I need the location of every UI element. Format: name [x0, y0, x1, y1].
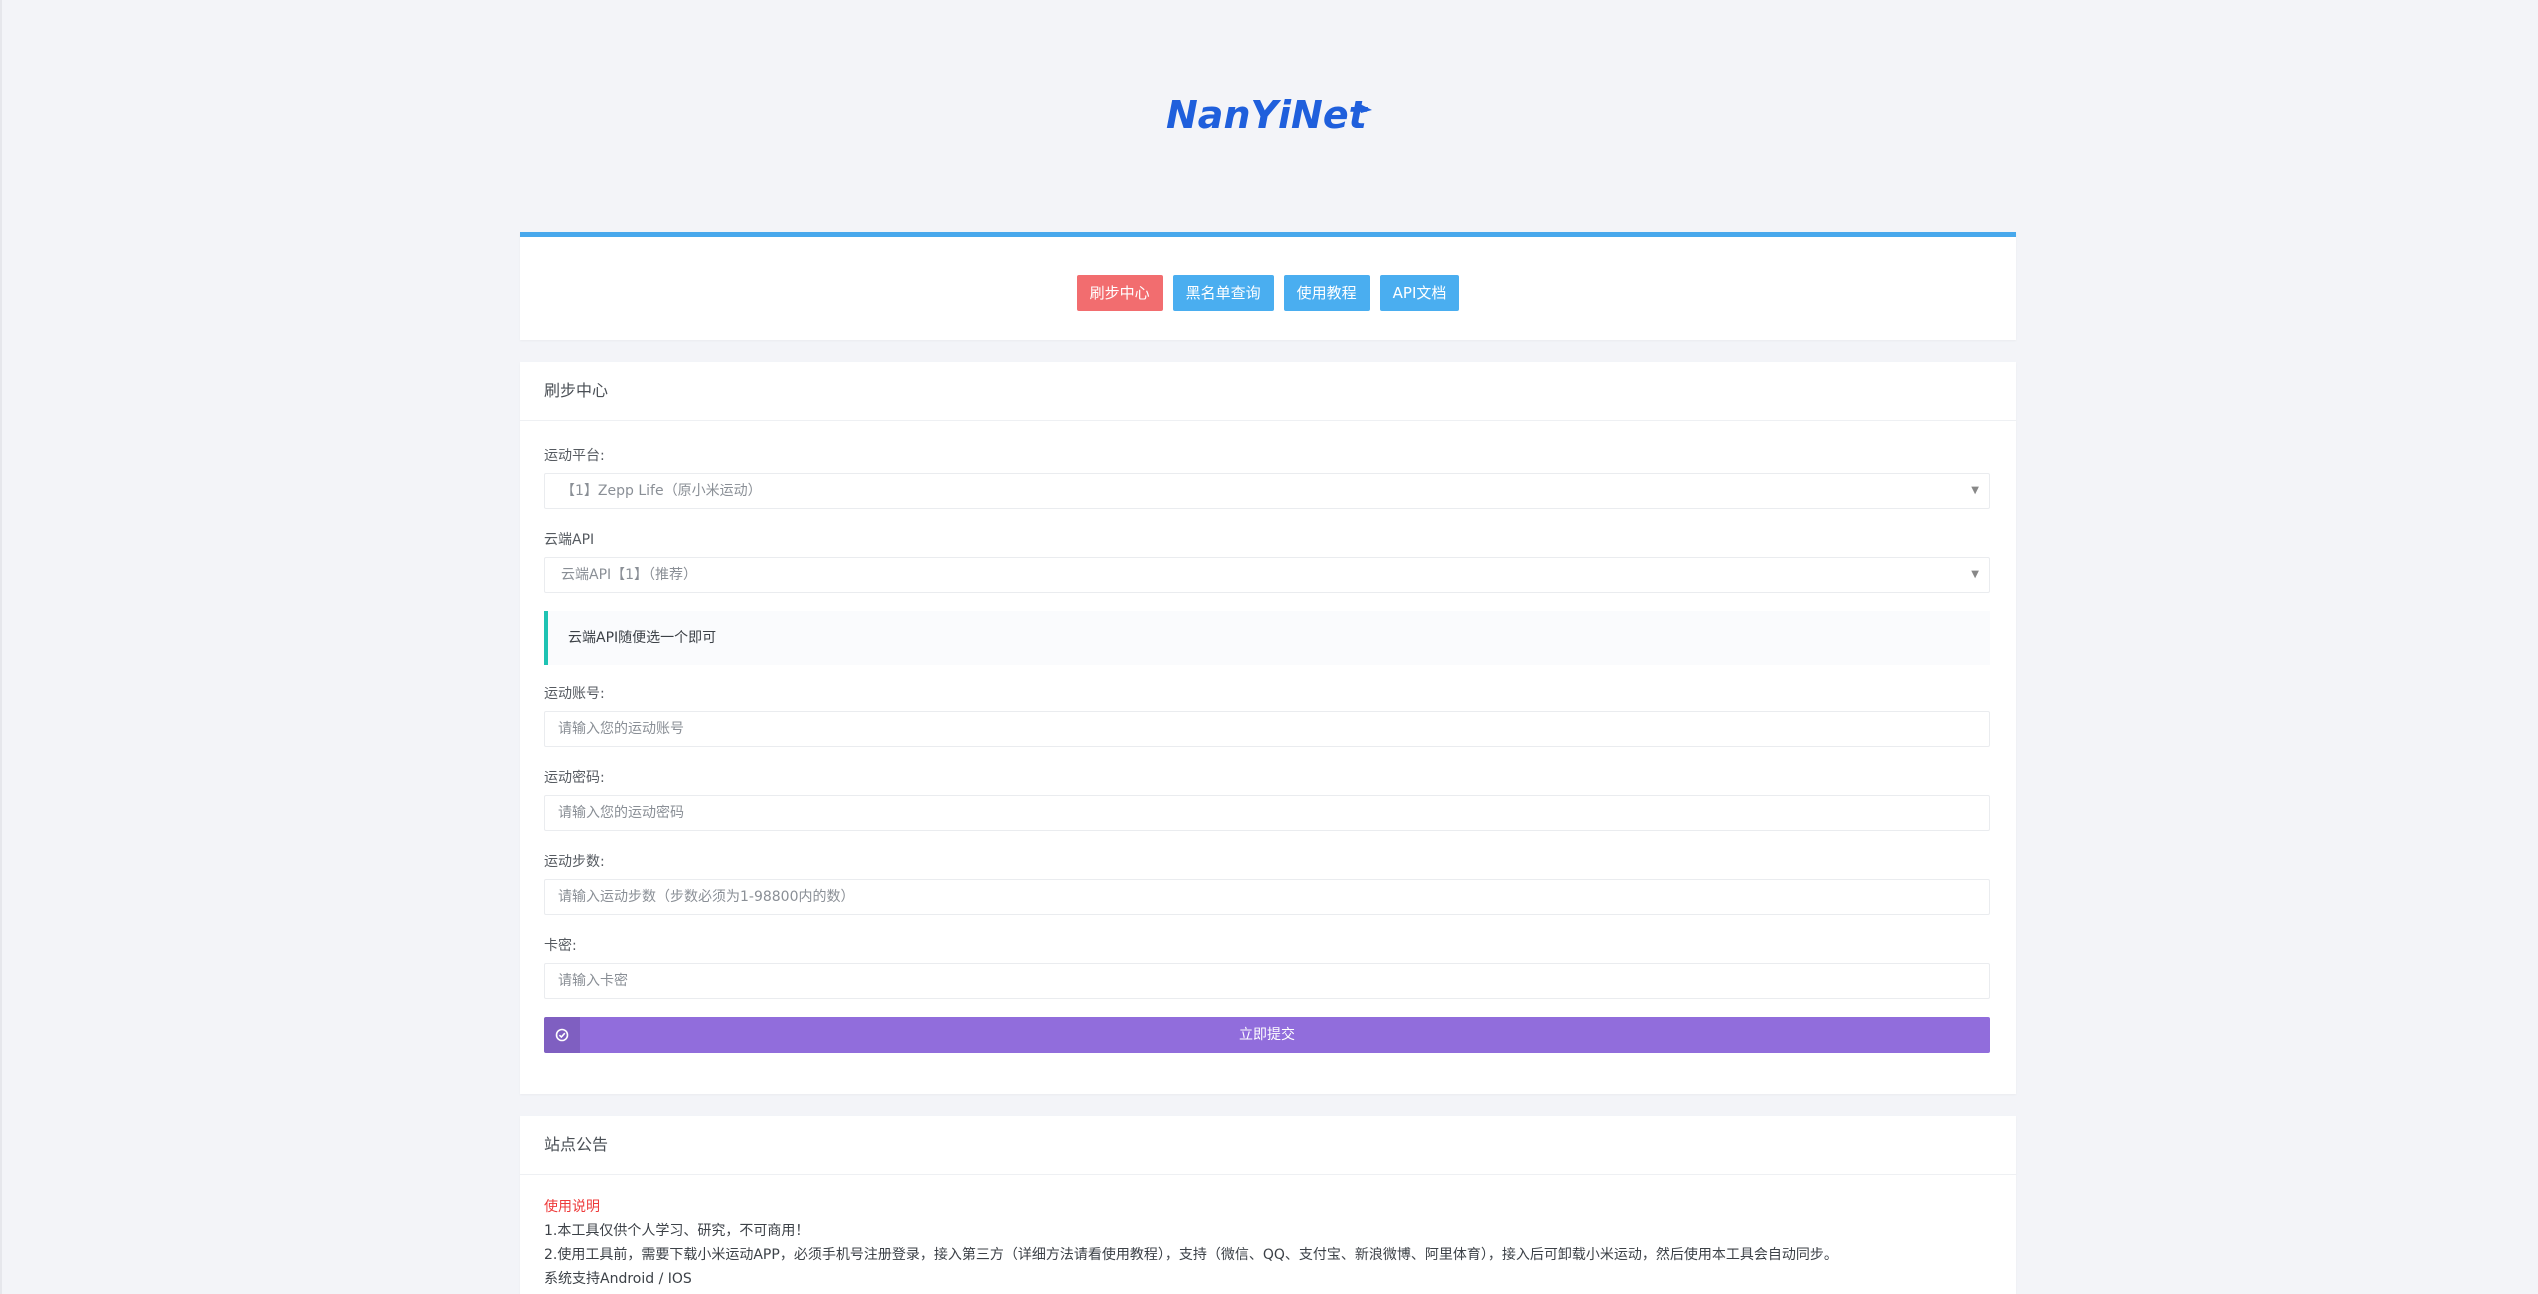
platform-select[interactable]: 【1】Zepp Life（原小米运动） ▼ — [544, 473, 1990, 509]
submit-label: 立即提交 — [1239, 1027, 1295, 1043]
chevron-down-icon: ▼ — [1971, 485, 1979, 496]
password-label: 运动密码: — [544, 770, 605, 786]
logo-graphic: NanYiNet — [1166, 93, 1372, 137]
site-logo[interactable]: NanYiNet — [1160, 88, 1380, 144]
api-label: 云端API — [544, 532, 595, 548]
notice-body: 使用说明 1.本工具仅供个人学习、研究，不可商用！ 2.使用工具前，需要下载小米… — [520, 1175, 2016, 1291]
platform-label: 运动平台: — [544, 448, 605, 464]
account-field-wrapper — [544, 711, 1990, 747]
nav-button-step-center[interactable]: 刷步中心 — [1076, 275, 1163, 311]
steps-input[interactable] — [545, 880, 1989, 914]
steps-field-wrapper — [544, 879, 1990, 915]
api-select[interactable]: 云端API【1】（推荐） ▼ — [544, 557, 1990, 593]
notice-line: 1.本工具仅供个人学习、研究，不可商用！ — [544, 1223, 810, 1239]
account-label: 运动账号: — [544, 686, 605, 702]
account-input[interactable] — [545, 712, 1989, 746]
nav-button-api-docs[interactable]: API文档 — [1379, 275, 1460, 311]
password-field-wrapper — [544, 795, 1990, 831]
check-circle-icon — [544, 1017, 580, 1053]
nav-bar: 刷步中心 黑名单查询 使用教程 API文档 — [520, 275, 2016, 311]
card-key-field-wrapper — [544, 963, 1990, 999]
notice-line: 系统支持Android / IOS — [544, 1271, 692, 1287]
notice-heading: 使用说明 — [544, 1199, 600, 1215]
left-border — [0, 0, 2, 1294]
card-key-input[interactable] — [545, 964, 1989, 998]
notice-card-title: 站点公告 — [520, 1116, 2016, 1175]
nav-button-blacklist[interactable]: 黑名单查询 — [1172, 275, 1274, 311]
form-card-title: 刷步中心 — [520, 362, 2016, 421]
notice-line: 2.使用工具前，需要下载小米运动APP，必须手机号注册登录，接入第三方（详细方法… — [544, 1247, 1838, 1263]
page: NanYiNet 刷步中心 黑名单查询 使用教程 API文档 刷步中心 运动平台… — [0, 0, 2538, 1294]
step-form-card: 刷步中心 运动平台: 【1】Zepp Life（原小米运动） ▼ 云端API 云… — [520, 362, 2016, 1094]
chevron-down-icon: ▼ — [1971, 569, 1979, 580]
steps-label: 运动步数: — [544, 854, 605, 870]
api-hint-callout: 云端API随便选一个即可 — [544, 611, 1990, 665]
notice-card: 站点公告 使用说明 1.本工具仅供个人学习、研究，不可商用！ 2.使用工具前，需… — [520, 1116, 2016, 1294]
nav-card: 刷步中心 黑名单查询 使用教程 API文档 — [520, 232, 2016, 340]
api-select-value: 云端API【1】（推荐） — [561, 567, 698, 583]
submit-button[interactable]: 立即提交 — [544, 1017, 1990, 1053]
nav-button-tutorial[interactable]: 使用教程 — [1283, 275, 1370, 311]
platform-select-value: 【1】Zepp Life（原小米运动） — [561, 483, 762, 499]
logo-wordmark: NanYiNet — [1166, 93, 1369, 137]
card-key-label: 卡密: — [544, 938, 577, 954]
password-input[interactable] — [545, 796, 1989, 830]
